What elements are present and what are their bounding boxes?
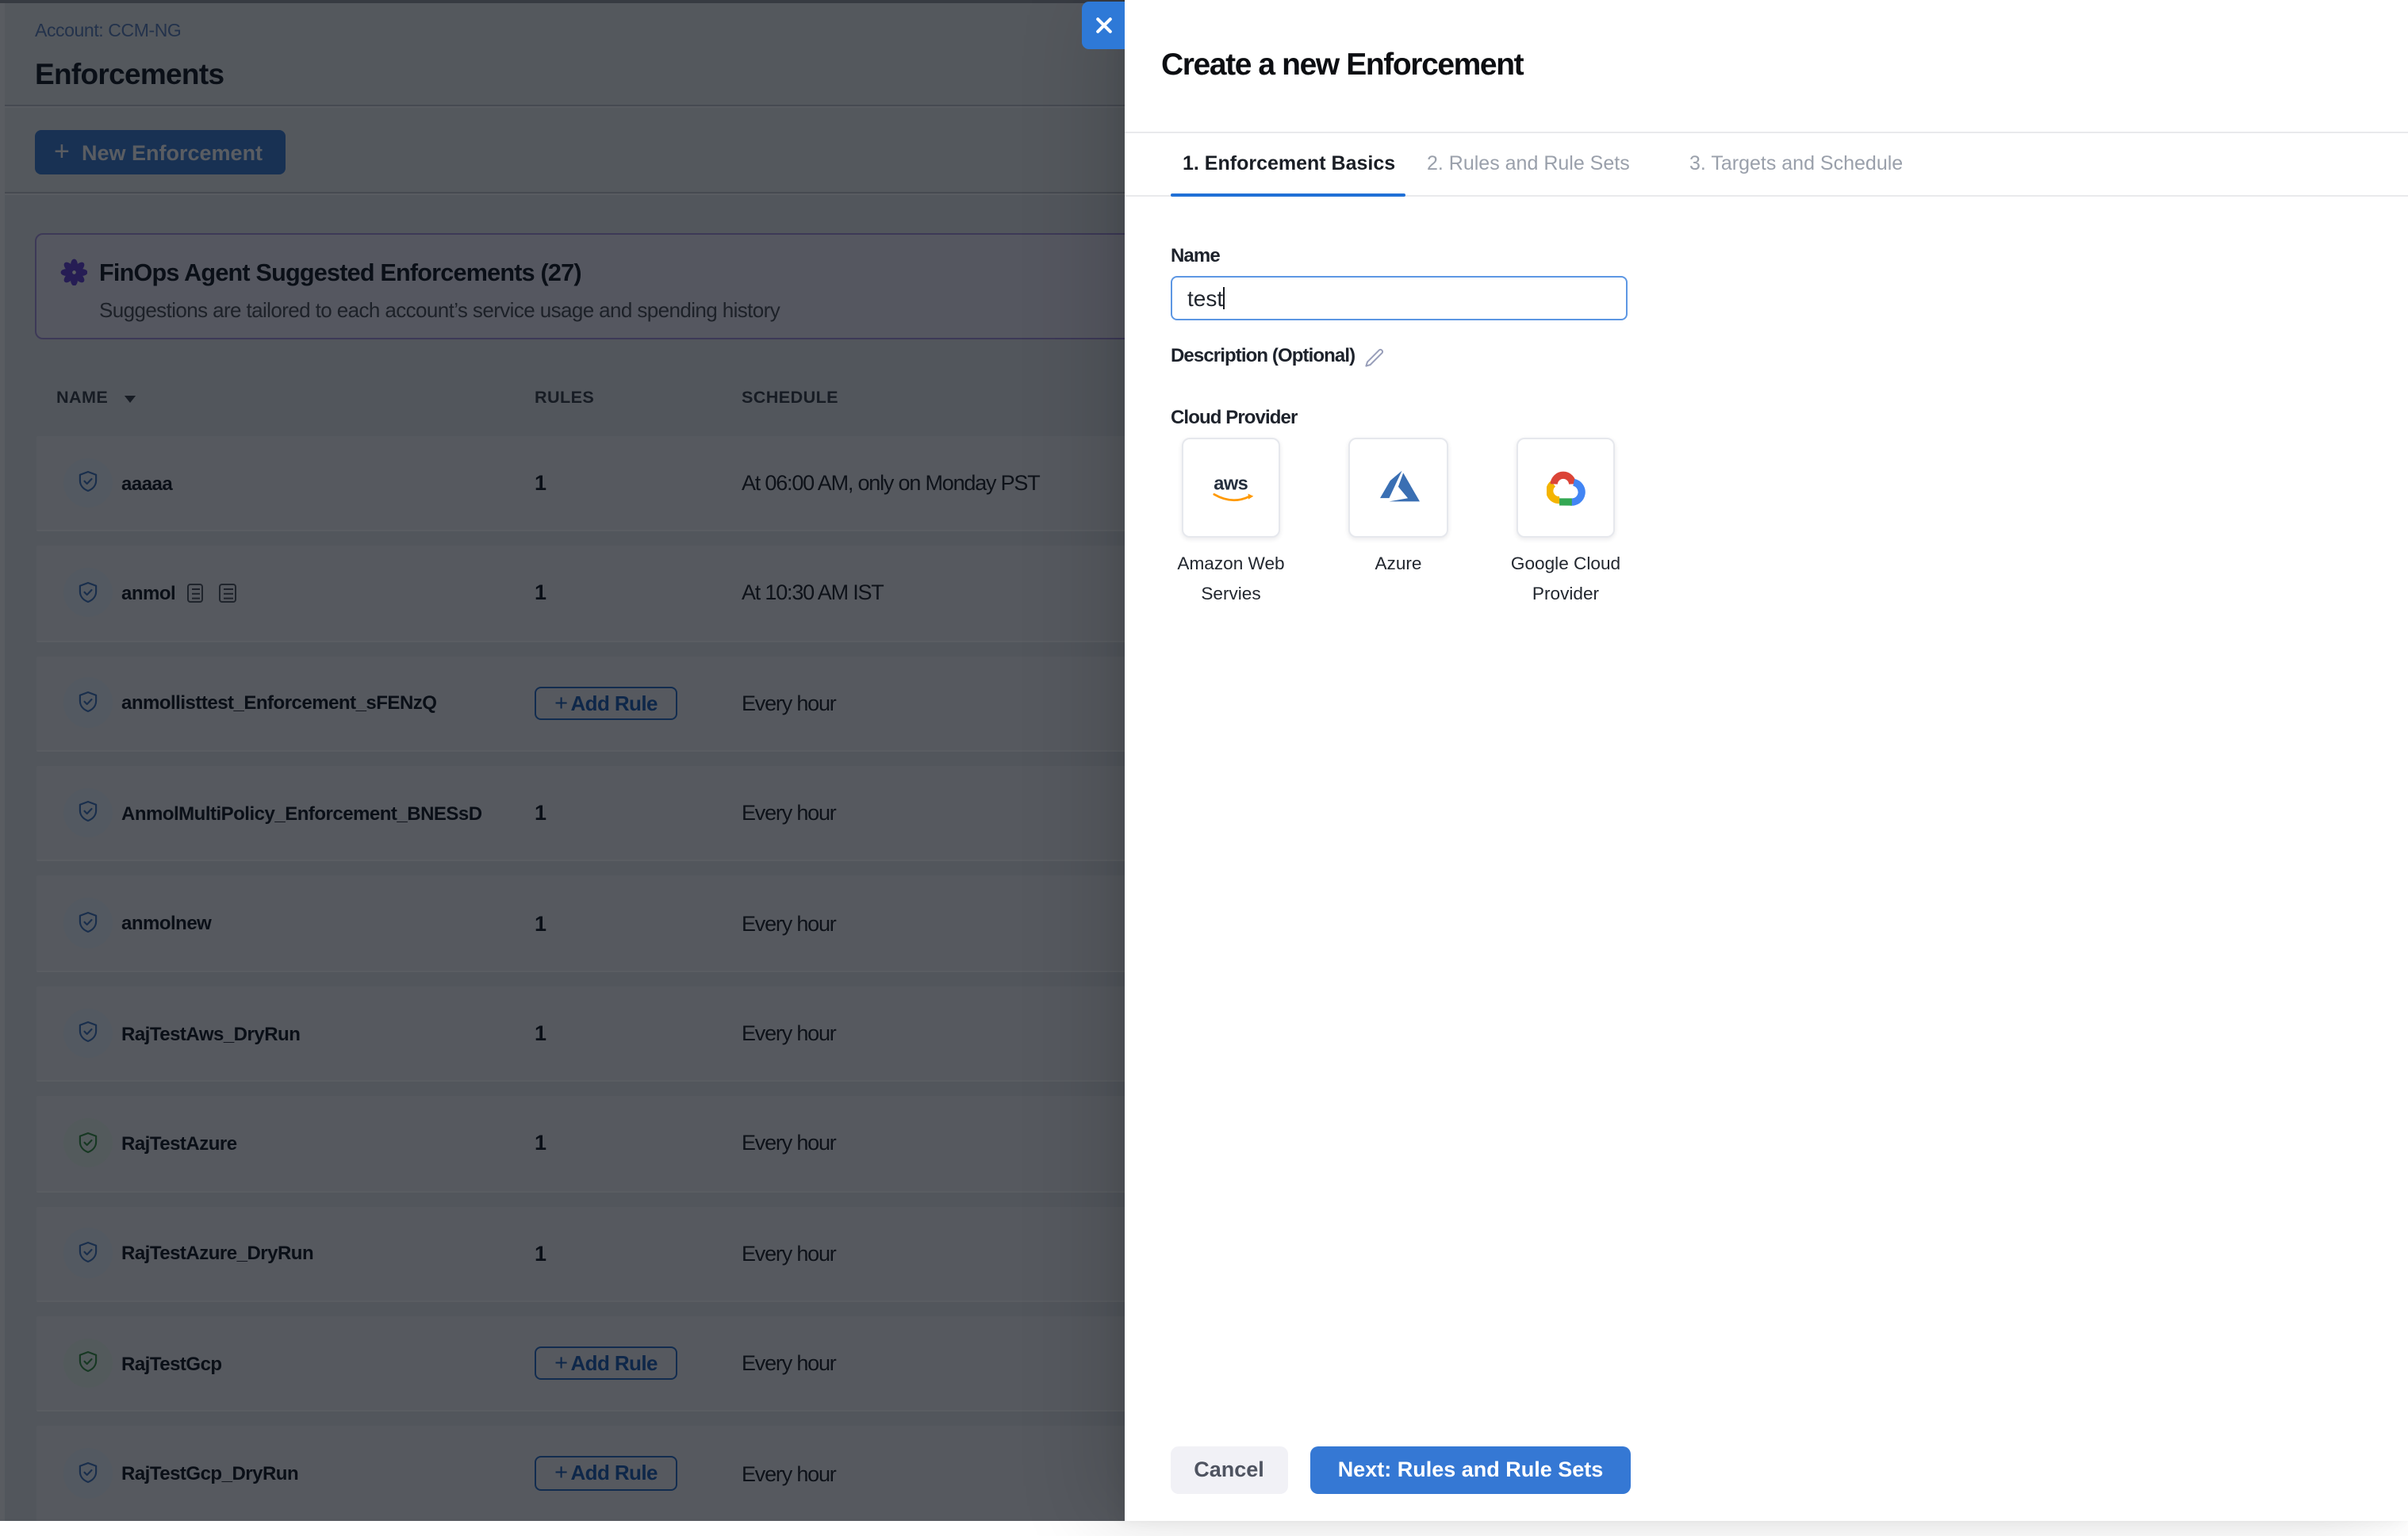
svg-text:aws: aws xyxy=(1213,473,1247,494)
